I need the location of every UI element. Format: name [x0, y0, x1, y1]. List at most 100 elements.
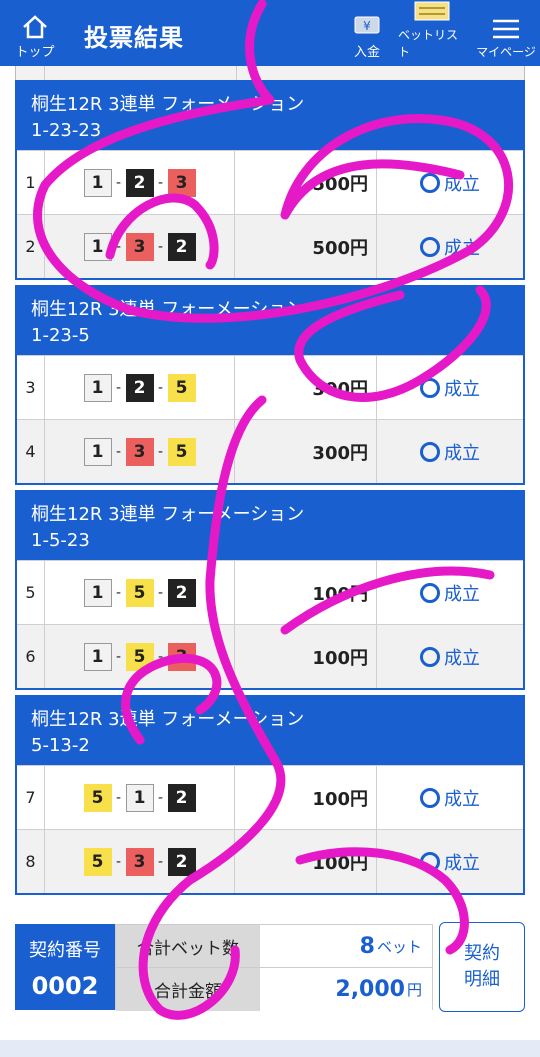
boat-number-badge: 2 [167, 578, 196, 607]
bet-amount: 100円 [235, 561, 377, 624]
bet-group-pattern: 1-23-23 [31, 120, 102, 141]
combo-separator: - [115, 789, 122, 806]
boat-number-badge: 1 [83, 642, 112, 671]
bet-group-title: 桐生12R 3連単 フォーメーション [31, 94, 305, 115]
bet-row: 2 1-3-2 500円 成立 [17, 214, 523, 278]
bet-row: 1 1-2-3 500円 成立 [17, 150, 523, 214]
bet-row-number: 7 [17, 766, 45, 829]
boat-number-badge: 3 [125, 847, 154, 876]
combo-separator: - [115, 174, 122, 191]
menu-icon [493, 19, 519, 39]
boat-number-badge: 1 [125, 783, 154, 812]
boat-number-badge: 2 [125, 168, 154, 197]
page-title: 投票結果 [84, 24, 184, 52]
bet-combination: 1-5-3 [45, 625, 235, 688]
bet-group: 桐生12R 3連単 フォーメーション 1-5-23 5 1-5-2 100円 成立 6 1-5… [15, 490, 525, 690]
summary-table: 合計ベット数 8 ベット 合計金額 2,000 円 [115, 924, 433, 1011]
bet-row-number: 1 [17, 151, 45, 214]
bet-row: 8 5-3-2 100円 成立 [17, 829, 523, 893]
combo-separator: - [157, 853, 164, 870]
home-button[interactable]: トップ [6, 0, 64, 66]
bet-status-text: 成立 [444, 583, 480, 605]
bet-combination: 1-2-3 [45, 151, 235, 214]
total-bets-number: 8 [359, 933, 375, 959]
status-circle-icon [420, 377, 440, 398]
bet-status-text: 成立 [444, 788, 480, 810]
bet-group: 桐生12R 3連単 フォーメーション 1-23-23 1 1-2-3 500円 成立 2 1-… [15, 80, 525, 280]
app-header: トップ 投票結果 ¥ 入金 ベットリスト マイページ [0, 0, 540, 66]
combo-separator: - [115, 443, 122, 460]
bet-amount: 100円 [235, 830, 377, 893]
status-circle-icon [420, 787, 440, 808]
status-circle-icon [420, 236, 440, 257]
bet-group: 桐生12R 3連単 フォーメーション 1-23-5 3 1-2-5 300円 成立 4 1-3… [15, 285, 525, 485]
bet-amount: 100円 [235, 625, 377, 688]
boat-number-badge: 1 [83, 373, 112, 402]
total-bets-unit: ベット [376, 937, 422, 956]
bet-row: 4 1-3-5 300円 成立 [17, 419, 523, 483]
bet-status-text: 成立 [444, 173, 480, 195]
total-bets-label: 合計ベット数 [116, 925, 260, 967]
bet-combination: 1-2-5 [45, 356, 235, 419]
combo-separator: - [157, 584, 164, 601]
bet-group-pattern: 1-23-5 [31, 325, 90, 346]
bet-group-header: 桐生12R 3連単 フォーメーション 5-13-2 [17, 697, 523, 765]
bet-group-header: 桐生12R 3連単 フォーメーション 1-23-23 [17, 82, 523, 150]
combo-separator: - [115, 584, 122, 601]
bet-row-number: 4 [17, 420, 45, 483]
bet-row: 7 5-1-2 100円 成立 [17, 765, 523, 829]
bet-combination: 5-3-2 [45, 830, 235, 893]
bet-amount: 500円 [235, 215, 377, 278]
bet-status-text: 成立 [444, 378, 480, 400]
bet-amount: 300円 [235, 356, 377, 419]
bet-result-list: 桐生12R 3連単 フォーメーション 1-23-23 1 1-2-3 500円 成立 2 1-… [15, 66, 525, 900]
bet-combination: 1-3-2 [45, 215, 235, 278]
boat-number-badge: 2 [167, 847, 196, 876]
combo-separator: - [157, 789, 164, 806]
home-label: トップ [15, 45, 55, 60]
home-icon [23, 15, 47, 39]
boat-number-badge: 3 [125, 232, 154, 261]
boat-number-badge: 1 [83, 232, 112, 261]
bet-group-header: 桐生12R 3連単 フォーメーション 1-5-23 [17, 492, 523, 560]
bet-row: 5 1-5-2 100円 成立 [17, 560, 523, 624]
bet-group-header: 桐生12R 3連単 フォーメーション 1-23-5 [17, 287, 523, 355]
contract-number-box: 契約番号 0002 [15, 924, 115, 1010]
bet-status-text: 成立 [444, 237, 480, 259]
deposit-label: 入金 [353, 45, 380, 60]
combo-separator: - [115, 379, 122, 396]
bet-row-number: 2 [17, 215, 45, 278]
bet-row-number: 5 [17, 561, 45, 624]
bet-group: 桐生12R 3連単 フォーメーション 5-13-2 7 5-1-2 100円 成立 8 5-3… [15, 695, 525, 895]
boat-number-badge: 2 [167, 783, 196, 812]
status-circle-icon [420, 851, 440, 872]
total-amount-label: 合計金額 [116, 968, 260, 1011]
status-circle-icon [420, 172, 440, 193]
total-amount-value: 2,000 円 [260, 968, 432, 1011]
total-amount-row: 合計金額 2,000 円 [116, 968, 432, 1011]
bet-group-pattern: 5-13-2 [31, 735, 90, 756]
boat-number-badge: 1 [83, 578, 112, 607]
contract-detail-button[interactable]: 契約 明細 [439, 922, 525, 1012]
mypage-button[interactable]: マイページ [474, 0, 538, 66]
combo-separator: - [115, 648, 122, 665]
deposit-yen-icon: ¥ [354, 16, 380, 34]
boat-number-badge: 5 [83, 783, 112, 812]
bet-status: 成立 [377, 561, 523, 624]
boat-number-badge: 3 [125, 437, 154, 466]
bet-status: 成立 [377, 151, 523, 214]
boat-number-badge: 1 [83, 168, 112, 197]
bet-status: 成立 [377, 766, 523, 829]
bet-row-number: 8 [17, 830, 45, 893]
bet-group-pattern: 1-5-23 [31, 530, 90, 551]
deposit-button[interactable]: ¥ 入金 [344, 0, 390, 66]
bet-status: 成立 [377, 356, 523, 419]
status-circle-icon [420, 646, 440, 667]
boat-number-badge: 5 [125, 578, 154, 607]
betlist-button[interactable]: ベットリスト [398, 0, 466, 66]
bet-status: 成立 [377, 420, 523, 483]
combo-separator: - [115, 853, 122, 870]
total-bets-value: 8 ベット [260, 925, 432, 967]
combo-separator: - [157, 238, 164, 255]
contract-detail-line1: 契約 [464, 943, 500, 964]
